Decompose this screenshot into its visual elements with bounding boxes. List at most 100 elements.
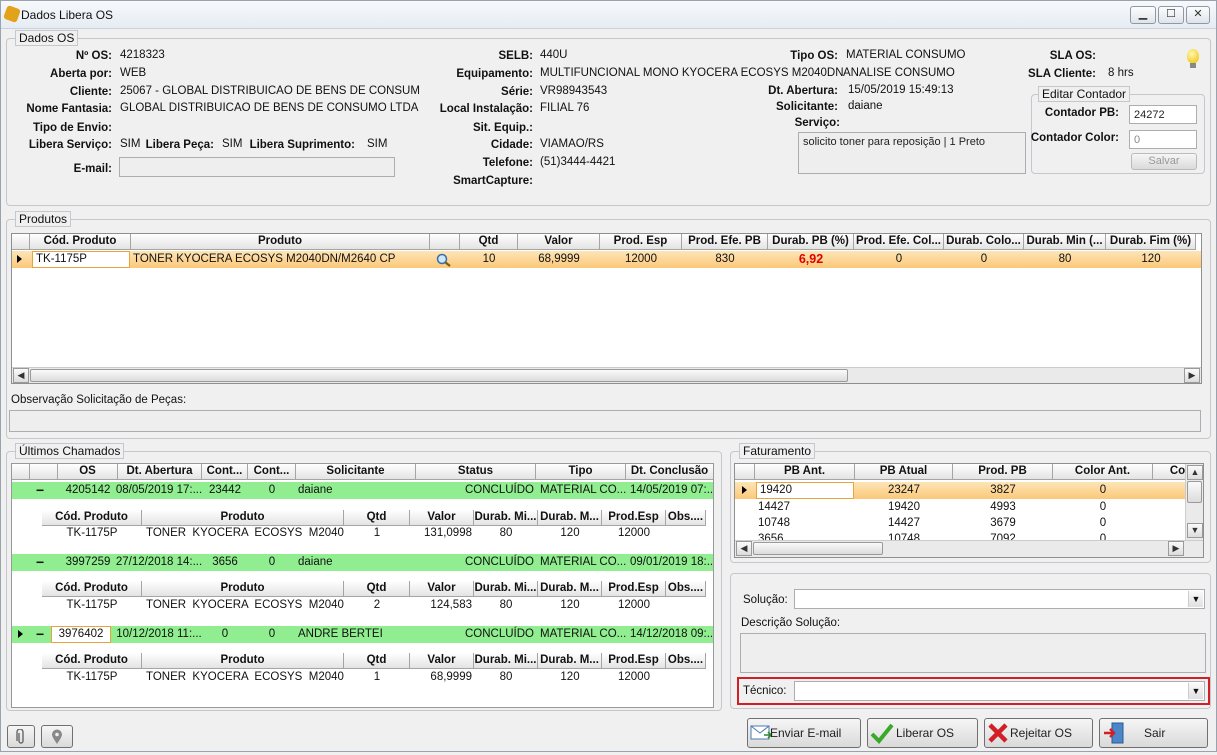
col-os[interactable]: OS bbox=[58, 464, 118, 480]
sub-col-obs[interactable]: Obs.... bbox=[666, 581, 706, 597]
col-durab-color[interactable]: Durab. Colo... bbox=[944, 234, 1024, 250]
cell-tipo[interactable]: MATERIAL CO... bbox=[540, 554, 628, 570]
cell-cont1[interactable]: 23442 bbox=[202, 482, 248, 498]
solucao-select[interactable]: ▼ bbox=[794, 589, 1205, 609]
cell-os-selected[interactable]: 3976402 bbox=[51, 626, 111, 643]
cell-pb-ant[interactable]: 14427 bbox=[758, 499, 854, 515]
email-field[interactable] bbox=[119, 157, 395, 177]
sub-col-produto[interactable]: Produto bbox=[142, 653, 344, 669]
liberar-os-button[interactable]: Liberar OS bbox=[867, 718, 978, 748]
attach-button[interactable] bbox=[7, 725, 35, 748]
scroll-up-icon[interactable]: ▲ bbox=[1187, 465, 1203, 480]
cell-cont1[interactable]: 0 bbox=[202, 626, 248, 642]
sub-cell-durab-min[interactable]: 80 bbox=[474, 597, 538, 613]
sub-cell-produto[interactable]: TONER KYOCERA ECOSYS M2040... bbox=[146, 669, 344, 685]
sub-col-durab-max[interactable]: Durab. M... bbox=[538, 510, 602, 526]
col-produto[interactable]: Produto bbox=[131, 234, 430, 250]
cell-durab-pb[interactable]: 6,92 bbox=[768, 251, 854, 267]
faturamento-hscrollbar[interactable]: ◀ ▶ bbox=[735, 540, 1203, 557]
descricao-field[interactable] bbox=[740, 633, 1206, 673]
scroll-right-icon[interactable]: ▶ bbox=[1168, 541, 1184, 556]
cell-durab-color[interactable]: 0 bbox=[944, 251, 1024, 267]
col-cod-produto[interactable]: Cód. Produto bbox=[30, 234, 131, 250]
servico-field[interactable]: solicito toner para reposição | 1 Preto bbox=[798, 132, 1026, 174]
col-pb-atual[interactable]: PB Atual bbox=[855, 464, 953, 480]
sub-cell-durab-min[interactable]: 80 bbox=[474, 669, 538, 685]
scroll-left-icon[interactable]: ◀ bbox=[736, 541, 752, 556]
cell-cont1[interactable]: 3656 bbox=[202, 554, 248, 570]
cell-concl[interactable]: 14/05/2019 07:... bbox=[630, 482, 713, 498]
cell-color-ant[interactable]: 0 bbox=[1053, 515, 1153, 531]
minimize-button[interactable]: ▁ bbox=[1130, 6, 1156, 24]
faturamento-vscrollbar[interactable]: ▲ ▼ bbox=[1185, 464, 1203, 540]
tecnico-select[interactable]: ▼ bbox=[794, 681, 1205, 701]
cell-concl[interactable]: 09/01/2019 18:... bbox=[630, 554, 713, 570]
sub-col-cod[interactable]: Cód. Produto bbox=[42, 581, 142, 597]
col-dt-conclusao[interactable]: Dt. Conclusão bbox=[626, 464, 713, 480]
cell-sol[interactable]: ANDRE BERTEI bbox=[298, 626, 416, 642]
cell-cont2[interactable]: 0 bbox=[248, 554, 296, 570]
col-prod-pb[interactable]: Prod. PB bbox=[953, 464, 1053, 480]
cell-prod-pb[interactable]: 3679 bbox=[953, 515, 1053, 531]
col-durab-pb[interactable]: Durab. PB (%) bbox=[768, 234, 854, 250]
sub-col-valor[interactable]: Valor bbox=[410, 653, 474, 669]
location-button[interactable] bbox=[41, 725, 73, 748]
produtos-hscrollbar[interactable]: ◀ ▶ bbox=[12, 367, 1201, 383]
sub-col-qtd[interactable]: Qtd bbox=[344, 653, 410, 669]
col-qtd[interactable]: Qtd bbox=[460, 234, 518, 250]
cell-dt[interactable]: 27/12/2018 14:... bbox=[115, 554, 203, 570]
sub-col-valor[interactable]: Valor bbox=[410, 581, 474, 597]
sub-cell-prod-esp[interactable]: 12000 bbox=[602, 597, 666, 613]
cell-concl[interactable]: 14/12/2018 09:... bbox=[630, 626, 713, 642]
cell-os[interactable]: 4205142 bbox=[58, 482, 118, 498]
sub-cell-durab-max[interactable]: 120 bbox=[538, 597, 602, 613]
scroll-right-icon[interactable]: ▶ bbox=[1184, 368, 1200, 383]
sub-cell-produto[interactable]: TONER KYOCERA ECOSYS M2040... bbox=[146, 597, 344, 613]
sub-cell-durab-min[interactable]: 80 bbox=[474, 525, 538, 541]
scroll-thumb[interactable] bbox=[753, 542, 883, 555]
contador-pb-input[interactable]: 24272 bbox=[1129, 105, 1197, 124]
cell-sol[interactable]: daiane bbox=[298, 482, 416, 498]
collapse-icon[interactable]: − bbox=[36, 627, 44, 641]
col-pb-ant[interactable]: PB Ant. bbox=[755, 464, 855, 480]
sub-cell-cod[interactable]: TK-1175P bbox=[42, 669, 142, 685]
sub-col-qtd[interactable]: Qtd bbox=[344, 510, 410, 526]
enviar-email-button[interactable]: Enviar E-mail bbox=[747, 718, 861, 748]
cell-sol[interactable]: daiane bbox=[298, 554, 416, 570]
cell-pb-atual[interactable]: 10748 bbox=[855, 531, 953, 540]
cell-tipo[interactable]: MATERIAL CO... bbox=[540, 482, 628, 498]
col-prod-esp[interactable]: Prod. Esp bbox=[600, 234, 682, 250]
sub-col-cod[interactable]: Cód. Produto bbox=[42, 653, 142, 669]
sub-col-durab-max[interactable]: Durab. M... bbox=[538, 653, 602, 669]
salvar-button[interactable]: Salvar bbox=[1131, 153, 1197, 170]
sub-col-durab-max[interactable]: Durab. M... bbox=[538, 581, 602, 597]
col-cont2[interactable]: Cont... bbox=[248, 464, 296, 480]
cell-pb-atual[interactable]: 14427 bbox=[855, 515, 953, 531]
cell-pb-atual[interactable]: 19420 bbox=[855, 499, 953, 515]
sub-cell-valor[interactable]: 68,9999 bbox=[410, 669, 474, 685]
sub-cell-prod-esp[interactable]: 12000 bbox=[602, 525, 666, 541]
sub-col-durab-min[interactable]: Durab. Mi... bbox=[474, 653, 538, 669]
cell-pb-ant[interactable]: 19420 bbox=[756, 482, 854, 499]
sair-button[interactable]: Sair bbox=[1099, 718, 1208, 748]
cell-color-ant[interactable]: 0 bbox=[1053, 482, 1153, 498]
sub-col-prod-esp[interactable]: Prod.Esp bbox=[602, 510, 666, 526]
cell-os[interactable]: 3997259 bbox=[58, 554, 118, 570]
col-lookup[interactable] bbox=[430, 234, 460, 250]
sub-col-cod[interactable]: Cód. Produto bbox=[42, 510, 142, 526]
cell-valor[interactable]: 68,9999 bbox=[518, 251, 600, 267]
sub-col-valor[interactable]: Valor bbox=[410, 510, 474, 526]
sub-col-prod-esp[interactable]: Prod.Esp bbox=[602, 581, 666, 597]
cell-cont2[interactable]: 0 bbox=[248, 626, 296, 642]
cell-tipo[interactable]: MATERIAL CO... bbox=[540, 626, 628, 642]
sub-col-durab-min[interactable]: Durab. Mi... bbox=[474, 581, 538, 597]
sub-cell-qtd[interactable]: 2 bbox=[344, 597, 410, 613]
col-valor[interactable]: Valor bbox=[518, 234, 600, 250]
cell-qtd[interactable]: 10 bbox=[460, 251, 518, 267]
sub-cell-durab-max[interactable]: 120 bbox=[538, 669, 602, 685]
maximize-button[interactable]: ☐ bbox=[1158, 6, 1184, 24]
col-tipo[interactable]: Tipo bbox=[536, 464, 626, 480]
sub-col-produto[interactable]: Produto bbox=[142, 510, 344, 526]
cell-status[interactable]: CONCLUÍDO bbox=[416, 626, 536, 642]
scroll-left-icon[interactable]: ◀ bbox=[13, 368, 29, 383]
